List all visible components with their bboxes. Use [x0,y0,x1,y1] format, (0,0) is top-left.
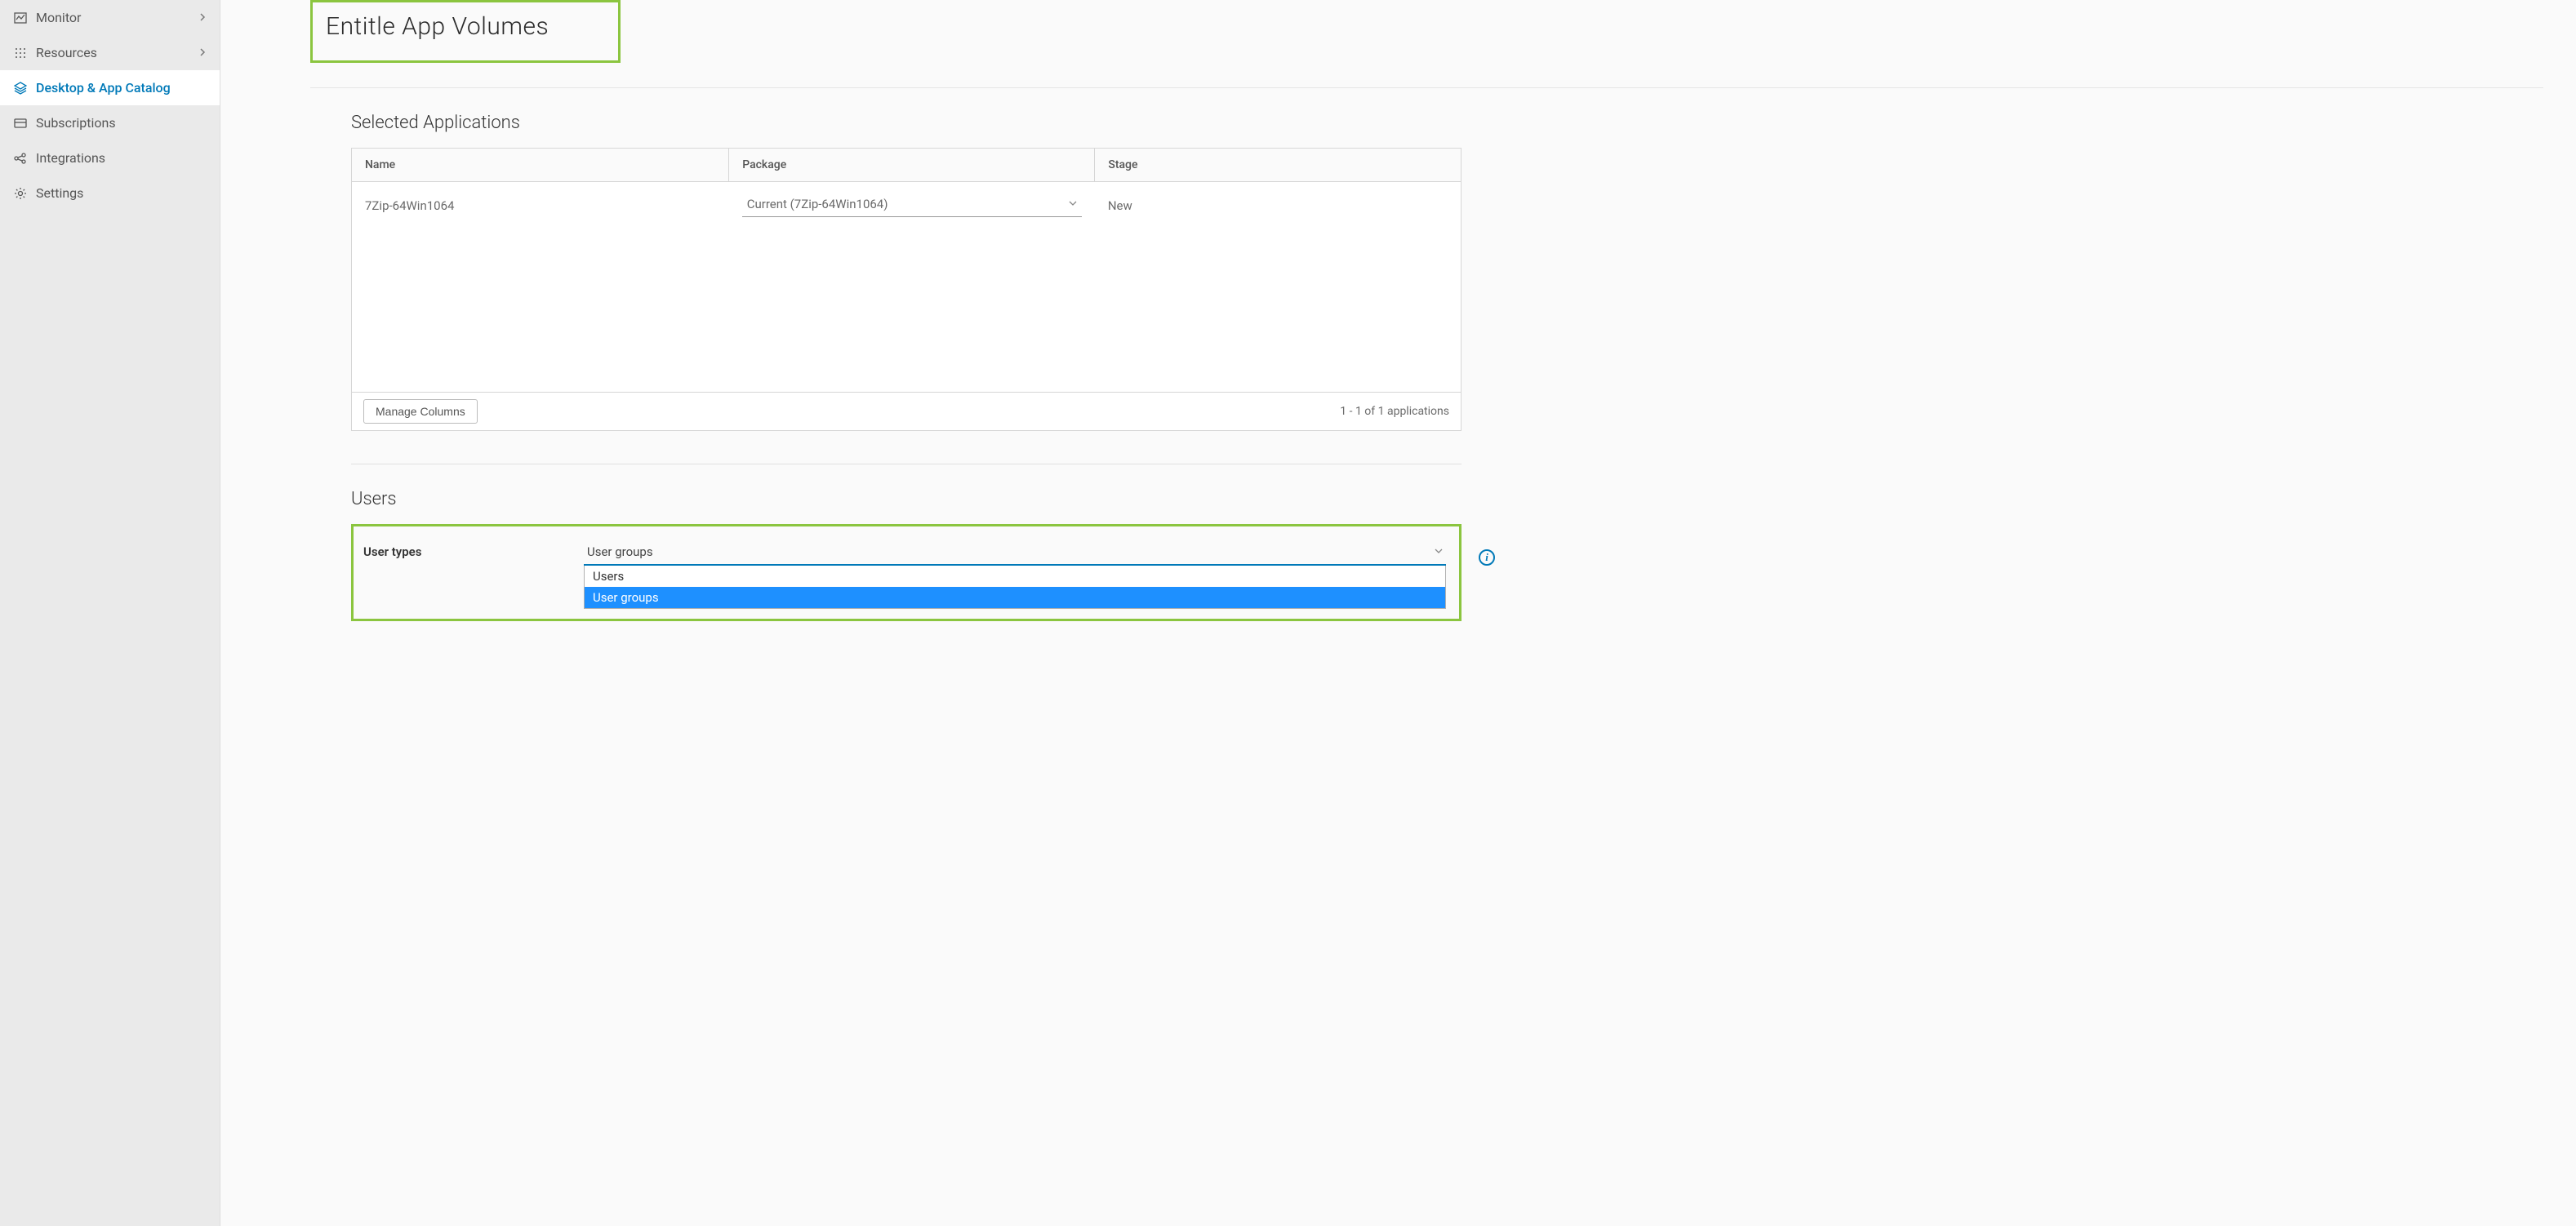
applications-table: Name Package Stage 7Zip-64Win1064 Curren… [351,148,1462,431]
sidebar-item-label: Settings [36,185,207,201]
sidebar-item-desktop-app-catalog[interactable]: Desktop & App Catalog [0,70,220,105]
chevron-down-icon [1069,198,1077,210]
users-heading: Users [351,489,1462,509]
grid-icon [13,46,28,60]
sidebar-item-subscriptions[interactable]: Subscriptions [0,105,220,140]
card-icon [13,116,28,131]
sidebar-item-settings[interactable]: Settings [0,175,220,211]
col-header-stage[interactable]: Stage [1095,149,1461,182]
table-footer-count: 1 - 1 of 1 applications [1340,405,1449,418]
chevron-down-icon [1435,546,1443,557]
chevron-right-icon [198,11,207,24]
sidebar-item-label: Desktop & App Catalog [36,80,207,96]
sidebar-item-label: Resources [36,45,190,60]
package-select[interactable]: Current (7Zip-64Win1064) [742,193,1082,217]
col-header-package[interactable]: Package [729,149,1095,182]
page-title-highlight: Entitle App Volumes [310,0,621,63]
nodes-icon [13,151,28,166]
layers-icon [13,81,28,96]
table-row[interactable]: 7Zip-64Win1064 Current (7Zip-64Win1064) … [352,182,1461,229]
user-types-option-users[interactable]: Users [585,566,1445,587]
col-header-name[interactable]: Name [352,149,729,182]
main-content: Entitle App Volumes Selected Application… [220,0,2576,1226]
user-types-dropdown: Users User groups [584,566,1446,609]
sidebar-item-integrations[interactable]: Integrations [0,140,220,175]
manage-columns-button[interactable]: Manage Columns [363,399,478,424]
package-select-value: Current (7Zip-64Win1064) [747,197,888,211]
chart-icon [13,11,28,25]
cell-stage: New [1095,182,1461,229]
chevron-right-icon [198,47,207,60]
user-types-highlight: User types User groups Users User groups [351,524,1462,621]
sidebar: Monitor Resources Desktop & App Catalog [0,0,220,1226]
selected-applications-heading: Selected Applications [351,113,1462,133]
info-icon[interactable]: i [1479,549,1495,566]
sidebar-item-label: Integrations [36,150,207,166]
sidebar-item-monitor[interactable]: Monitor [0,0,220,35]
user-types-label: User types [363,543,559,559]
sidebar-item-resources[interactable]: Resources [0,35,220,70]
sidebar-item-label: Monitor [36,10,190,25]
sidebar-item-label: Subscriptions [36,115,207,131]
user-types-select[interactable]: User groups [584,543,1446,566]
gear-icon [13,186,28,201]
user-types-option-user-groups[interactable]: User groups [585,587,1445,608]
user-types-selected-value: User groups [587,544,653,559]
page-title: Entitle App Volumes [326,12,569,41]
cell-name: 7Zip-64Win1064 [352,182,729,229]
